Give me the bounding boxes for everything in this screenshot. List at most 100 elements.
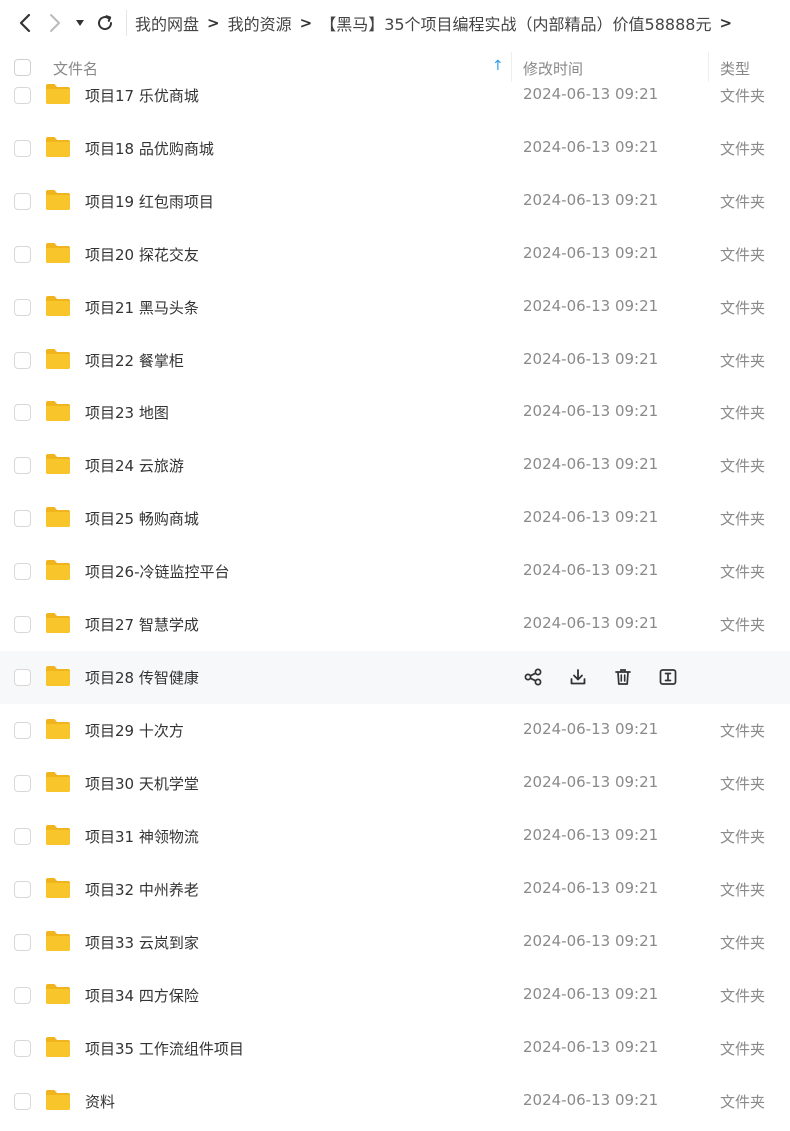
file-row[interactable]: 项目28 传智健康	[0, 651, 790, 704]
file-name[interactable]: 项目23 地图	[85, 402, 169, 423]
file-row[interactable]: 项目29 十次方 2024-06-13 09:21 文件夹	[0, 704, 790, 757]
breadcrumb-item-resources[interactable]: 我的资源	[228, 11, 292, 35]
file-name[interactable]: 项目33 云岚到家	[85, 932, 199, 953]
file-name[interactable]: 项目19 红包雨项目	[85, 191, 214, 212]
file-row[interactable]: 项目17 乐优商城 2024-06-13 09:21 文件夹	[0, 69, 790, 122]
file-row[interactable]: 项目27 智慧学成 2024-06-13 09:21 文件夹	[0, 598, 790, 651]
row-checkbox[interactable]	[14, 87, 31, 104]
row-checkbox[interactable]	[14, 404, 31, 421]
file-row[interactable]: 项目23 地图 2024-06-13 09:21 文件夹	[0, 386, 790, 439]
folder-icon	[44, 717, 72, 741]
folder-icon	[44, 188, 72, 212]
file-row[interactable]: 项目20 探花交友 2024-06-13 09:21 文件夹	[0, 228, 790, 281]
file-type: 文件夹	[720, 510, 766, 528]
file-name[interactable]: 项目34 四方保险	[85, 985, 199, 1006]
file-row[interactable]: 项目34 四方保险 2024-06-13 09:21 文件夹	[0, 969, 790, 1022]
file-row[interactable]: 项目26-冷链监控平台 2024-06-13 09:21 文件夹	[0, 545, 790, 598]
file-row[interactable]: 项目33 云岚到家 2024-06-13 09:21 文件夹	[0, 916, 790, 969]
folder-icon	[44, 982, 72, 1006]
row-checkbox[interactable]	[14, 193, 31, 210]
file-name[interactable]: 资料	[85, 1091, 115, 1112]
folder-icon	[44, 294, 72, 318]
file-name[interactable]: 项目21 黑马头条	[85, 297, 199, 318]
file-name[interactable]: 项目24 云旅游	[85, 455, 184, 476]
file-type: 文件夹	[720, 193, 766, 211]
row-checkbox[interactable]	[14, 246, 31, 263]
row-checkbox[interactable]	[14, 140, 31, 157]
modified-time: 2024-06-13 09:21	[523, 826, 659, 844]
modified-time: 2024-06-13 09:21	[523, 985, 659, 1003]
breadcrumb: 我的网盘 > 我的资源 > 【黑马】35个项目编程实战（内部精品）价值58888…	[135, 11, 740, 35]
file-type: 文件夹	[720, 563, 766, 581]
file-row[interactable]: 项目25 畅购商城 2024-06-13 09:21 文件夹	[0, 492, 790, 545]
toolbar-divider	[126, 10, 127, 36]
file-name[interactable]: 项目27 智慧学成	[85, 614, 199, 635]
file-type: 文件夹	[720, 775, 766, 793]
folder-icon	[44, 399, 72, 423]
file-type: 文件夹	[720, 616, 766, 634]
caret-down-icon	[76, 20, 84, 26]
file-row[interactable]: 项目35 工作流组件项目 2024-06-13 09:21 文件夹	[0, 1022, 790, 1075]
forward-button[interactable]	[40, 0, 70, 46]
file-name[interactable]: 项目31 神领物流	[85, 826, 199, 847]
folder-icon	[44, 1088, 72, 1112]
file-name[interactable]: 项目17 乐优商城	[85, 85, 199, 106]
history-dropdown-button[interactable]	[70, 0, 90, 46]
share-icon[interactable]	[522, 666, 544, 688]
file-row[interactable]: 资料 2024-06-13 09:21 文件夹	[0, 1075, 790, 1128]
row-checkbox[interactable]	[14, 987, 31, 1004]
modified-time: 2024-06-13 09:21	[523, 508, 659, 526]
row-checkbox[interactable]	[14, 828, 31, 845]
file-row[interactable]: 项目30 天机学堂 2024-06-13 09:21 文件夹	[0, 757, 790, 810]
file-name[interactable]: 项目22 餐掌柜	[85, 350, 184, 371]
file-row[interactable]: 项目31 神领物流 2024-06-13 09:21 文件夹	[0, 810, 790, 863]
file-type: 文件夹	[720, 404, 766, 422]
row-checkbox[interactable]	[14, 1040, 31, 1057]
refresh-button[interactable]	[90, 0, 120, 46]
delete-icon[interactable]	[612, 666, 634, 688]
folder-icon	[44, 770, 72, 794]
row-checkbox[interactable]	[14, 299, 31, 316]
file-type: 文件夹	[720, 987, 766, 1005]
folder-icon	[44, 347, 72, 371]
file-row[interactable]: 项目22 餐掌柜 2024-06-13 09:21 文件夹	[0, 334, 790, 387]
row-checkbox[interactable]	[14, 457, 31, 474]
file-name[interactable]: 项目18 品优购商城	[85, 138, 214, 159]
row-checkbox[interactable]	[14, 352, 31, 369]
file-name[interactable]: 项目35 工作流组件项目	[85, 1038, 244, 1059]
file-name[interactable]: 项目30 天机学堂	[85, 773, 199, 794]
file-row[interactable]: 项目32 中州养老 2024-06-13 09:21 文件夹	[0, 863, 790, 916]
file-name[interactable]: 项目25 畅购商城	[85, 508, 199, 529]
file-row[interactable]: 项目18 品优购商城 2024-06-13 09:21 文件夹	[0, 122, 790, 175]
file-type: 文件夹	[720, 1040, 766, 1058]
chevron-right-icon	[50, 14, 60, 32]
row-checkbox[interactable]	[14, 563, 31, 580]
file-name[interactable]: 项目20 探花交友	[85, 244, 199, 265]
refresh-icon	[98, 15, 113, 31]
row-checkbox[interactable]	[14, 510, 31, 527]
more-icon[interactable]	[657, 666, 679, 688]
file-name[interactable]: 项目32 中州养老	[85, 879, 199, 900]
row-checkbox[interactable]	[14, 669, 31, 686]
folder-icon	[44, 505, 72, 529]
modified-time: 2024-06-13 09:21	[523, 350, 659, 368]
row-checkbox[interactable]	[14, 881, 31, 898]
row-checkbox[interactable]	[14, 616, 31, 633]
file-name[interactable]: 项目29 十次方	[85, 720, 184, 741]
file-name[interactable]: 项目28 传智健康	[85, 667, 199, 688]
row-checkbox[interactable]	[14, 934, 31, 951]
file-row[interactable]: 项目21 黑马头条 2024-06-13 09:21 文件夹	[0, 281, 790, 334]
back-button[interactable]	[10, 0, 40, 46]
file-row[interactable]: 项目19 红包雨项目 2024-06-13 09:21 文件夹	[0, 175, 790, 228]
chevron-left-icon	[19, 13, 31, 33]
file-name[interactable]: 项目26-冷链监控平台	[85, 561, 230, 582]
breadcrumb-item-current[interactable]: 【黑马】35个项目编程实战（内部精品）价值58888元	[320, 11, 711, 35]
row-checkbox[interactable]	[14, 1093, 31, 1110]
row-checkbox[interactable]	[14, 722, 31, 739]
file-type: 文件夹	[720, 828, 766, 846]
download-icon[interactable]	[567, 666, 589, 688]
file-type: 文件夹	[720, 352, 766, 370]
breadcrumb-item-root[interactable]: 我的网盘	[135, 11, 199, 35]
row-checkbox[interactable]	[14, 775, 31, 792]
file-row[interactable]: 项目24 云旅游 2024-06-13 09:21 文件夹	[0, 439, 790, 492]
